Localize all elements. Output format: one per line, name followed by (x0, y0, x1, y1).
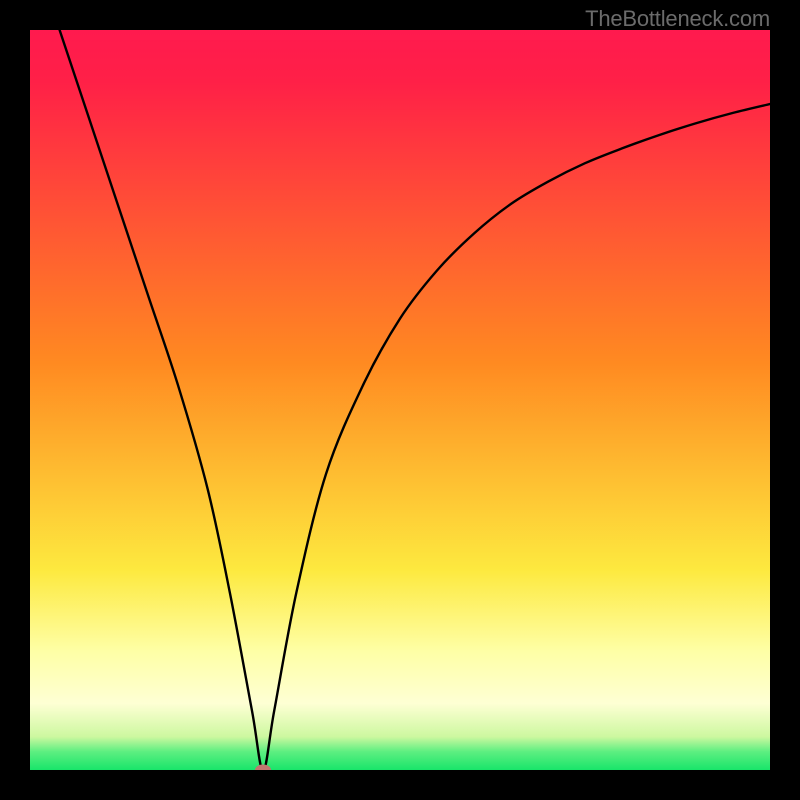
bottleneck-curve (60, 30, 770, 770)
curve-layer (30, 30, 770, 770)
minimum-marker (255, 765, 271, 771)
plot-area (30, 30, 770, 770)
watermark-text: TheBottleneck.com (585, 6, 770, 32)
chart-frame: TheBottleneck.com (0, 0, 800, 800)
